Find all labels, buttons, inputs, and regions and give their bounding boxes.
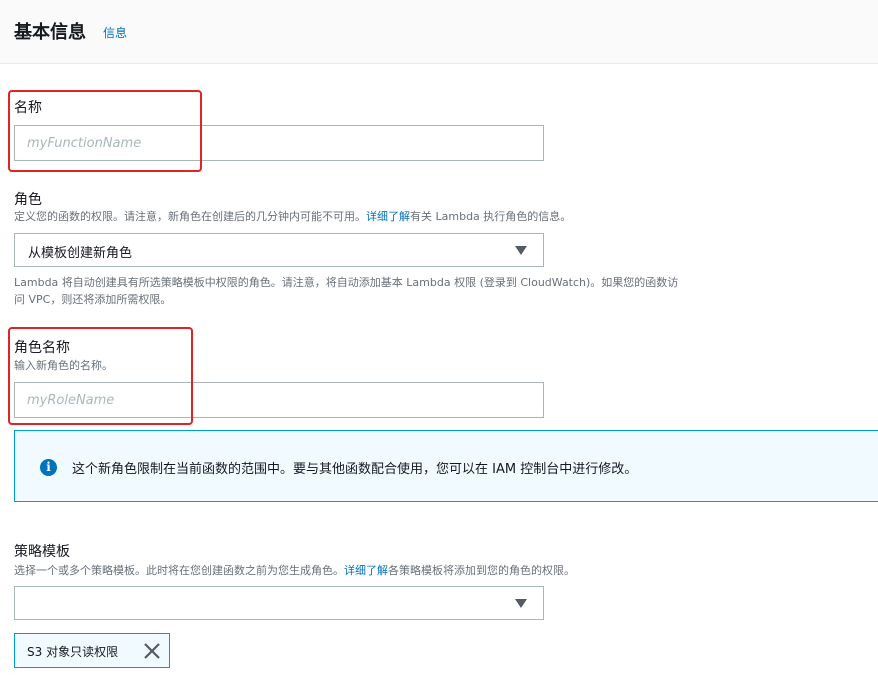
policy-templates-description: 选择一个或多个策略模板。此时将在您创建函数之前为您生成角色。详细了解各策略模板将… — [14, 564, 575, 577]
section-title: 基本信息 — [14, 22, 86, 43]
basic-info-header: 基本信息 信息 — [0, 0, 878, 64]
caret-down-icon — [515, 246, 527, 255]
role-note-line-1: Lambda 将自动创建具有所选策略模板中权限的角色。请注意，将自动添加基本 L… — [14, 276, 679, 289]
policy-learn-more-link[interactable]: 详细了解 — [344, 564, 388, 577]
info-link[interactable]: 信息 — [103, 24, 127, 41]
role-select[interactable]: 从模板创建新角色 — [14, 233, 544, 267]
role-note-line-2: 问 VPC，则还将添加所需权限。 — [14, 293, 172, 306]
policy-token: S3 对象只读权限 — [14, 633, 170, 668]
role-description: 定义您的函数的权限。请注意，新角色在创建后的几分钟内可能不可用。详细了解有关 L… — [14, 210, 572, 223]
role-learn-more-link[interactable]: 详细了解 — [366, 210, 410, 223]
close-icon[interactable] — [142, 641, 162, 661]
role-select-value: 从模板创建新角色 — [28, 246, 133, 261]
info-alert-text: 这个新角色限制在当前函数的范围中。要与其他函数配合使用，您可以在 IAM 控制台… — [72, 462, 638, 477]
policy-templates-label: 策略模板 — [14, 544, 70, 560]
highlight-box-function-name — [8, 90, 202, 172]
policy-token-label: S3 对象只读权限 — [27, 645, 119, 659]
highlight-box-role-name — [8, 327, 193, 425]
info-alert: i 这个新角色限制在当前函数的范围中。要与其他函数配合使用，您可以在 IAM 控… — [14, 430, 878, 502]
info-icon: i — [40, 459, 57, 476]
caret-down-icon — [515, 599, 527, 608]
role-label: 角色 — [14, 192, 42, 208]
policy-templates-select[interactable] — [14, 586, 544, 620]
